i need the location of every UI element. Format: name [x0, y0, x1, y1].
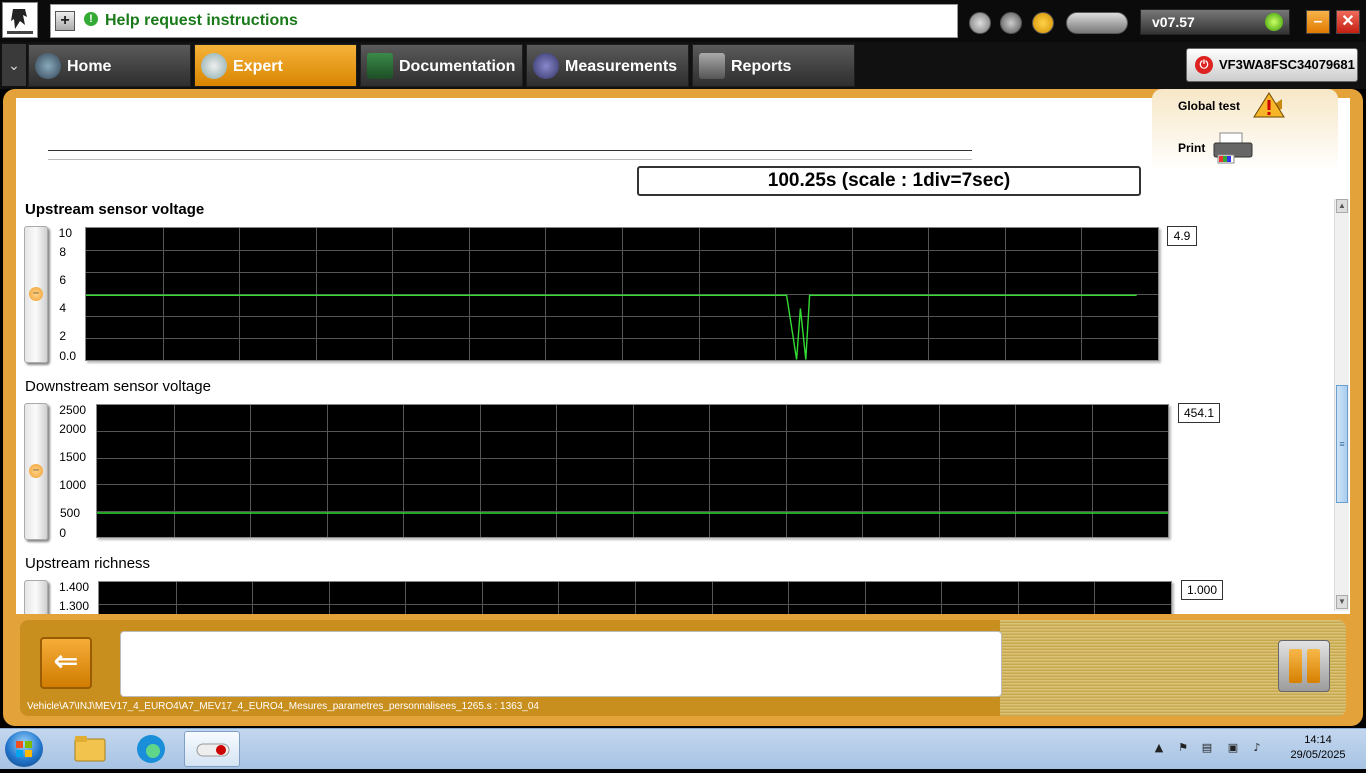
- main-navigation: ⌄ Home Expert Documentation Measurements…: [0, 42, 1366, 89]
- diagbox-app-icon: [196, 743, 230, 757]
- arrow-left-icon: ⇐: [53, 644, 79, 679]
- start-button[interactable]: [5, 731, 43, 767]
- y-tick-label: 6: [59, 273, 66, 287]
- graph-title: Downstream sensor voltage: [25, 378, 211, 395]
- printer-icon[interactable]: [1212, 131, 1254, 165]
- help-request-bar[interactable]: + ! Help request instructions: [50, 4, 958, 38]
- version-indicator: v07.57: [1140, 9, 1290, 35]
- network-icon[interactable]: ⚑: [1176, 741, 1190, 755]
- y-tick-label: 2: [59, 329, 66, 343]
- slider-knob[interactable]: –: [29, 464, 43, 478]
- print-button[interactable]: Print: [1178, 141, 1205, 155]
- help-request-text: Help request instructions: [105, 12, 298, 29]
- tab-home[interactable]: Home: [28, 44, 191, 87]
- current-value-box: 454.1: [1178, 403, 1220, 423]
- y-tick-label: 4: [59, 301, 66, 315]
- windows-taskbar: ▲ ⚑ ▤ ▣ ♪ 14:14 29/05/2025: [0, 728, 1366, 769]
- y-tick-label: 0.0: [59, 349, 76, 363]
- current-value-box: 1.000: [1181, 580, 1223, 600]
- pause-icon: [1307, 649, 1320, 683]
- info-icon: !: [84, 12, 98, 26]
- system-clock[interactable]: 14:14 29/05/2025: [1278, 733, 1358, 763]
- minimize-icon[interactable]: –: [1306, 10, 1330, 34]
- book-icon: [367, 53, 393, 79]
- close-icon[interactable]: ✕: [1336, 10, 1360, 34]
- warning-icon[interactable]: [1252, 91, 1286, 121]
- power-icon: ⏻: [1195, 56, 1213, 74]
- scroll-down-arrow-icon[interactable]: ▼: [1336, 595, 1348, 609]
- expand-plus-icon[interactable]: +: [55, 11, 75, 31]
- separator-line: [48, 159, 972, 160]
- home-icon: [35, 53, 61, 79]
- clock-date: 29/05/2025: [1290, 749, 1346, 761]
- status-ok-icon: [1265, 13, 1283, 31]
- scroll-up-arrow-icon[interactable]: ▲: [1336, 199, 1348, 213]
- report-icon: [699, 53, 725, 79]
- action-panel: Global test Print: [1152, 89, 1338, 171]
- folder-icon: [74, 736, 106, 762]
- scroll-thumb[interactable]: ≡: [1336, 385, 1348, 503]
- graph-title: Upstream richness: [25, 555, 151, 572]
- volume-control-icon[interactable]: [1066, 12, 1128, 34]
- separator-line: [48, 150, 972, 151]
- taskbar-edge-browser[interactable]: [123, 731, 179, 767]
- taskbar-diagbox-app[interactable]: [184, 731, 240, 767]
- upstream-richness-plot: [98, 581, 1172, 614]
- graph-title: Upstream sensor voltage: [25, 201, 205, 218]
- display-icon[interactable]: ▣: [1226, 741, 1240, 755]
- clock-time: 14:14: [1304, 734, 1332, 746]
- downstream-voltage-plot: [96, 404, 1169, 538]
- vertical-scrollbar[interactable]: ▲ ≡ ▼: [1334, 199, 1349, 611]
- chevron-down-icon[interactable]: ⌄: [2, 44, 26, 86]
- download-icon[interactable]: [969, 12, 991, 34]
- user-icon[interactable]: [1000, 12, 1022, 34]
- waveform-icon: [533, 53, 559, 79]
- email-at-icon[interactable]: [1032, 12, 1054, 34]
- y-tick-label: 2500: [59, 403, 86, 417]
- y-tick-label: 1500: [59, 450, 86, 464]
- speaker-icon[interactable]: ♪: [1250, 741, 1264, 755]
- time-scale-display: 100.25s (scale : 1div=7sec): [637, 166, 1141, 196]
- windows-logo-icon: [16, 741, 32, 757]
- pause-icon: [1289, 649, 1302, 683]
- pause-button[interactable]: [1278, 640, 1330, 692]
- tab-expert[interactable]: Expert: [194, 44, 357, 87]
- version-label: v07.57: [1152, 14, 1195, 30]
- y-tick-label: 1000: [59, 478, 86, 492]
- plot-background: [97, 405, 1168, 537]
- title-bar: + ! Help request instructions v07.57 – ✕: [0, 0, 1366, 42]
- y-tick-label: 10: [58, 226, 72, 240]
- vin-number: VF3WA8FSC34079681: [1219, 57, 1355, 72]
- taskbar-file-explorer[interactable]: [62, 731, 118, 767]
- message-box: [120, 631, 1002, 697]
- vin-display[interactable]: ⏻ VF3WA8FSC34079681: [1186, 48, 1358, 82]
- upstream-voltage-plot: [85, 227, 1159, 361]
- devices-icon[interactable]: ▤: [1200, 741, 1214, 755]
- measurement-content: 100.25s (scale : 1div=7sec) Upstream sen…: [16, 98, 1350, 614]
- y-tick-label: 2000: [59, 422, 86, 436]
- y-tick-label: 1.400: [58, 580, 89, 594]
- current-value-box: 4.9: [1167, 226, 1197, 246]
- show-hidden-icons-icon[interactable]: ▲: [1152, 741, 1166, 755]
- y-tick-label: 500: [59, 506, 80, 520]
- slider-knob[interactable]: –: [29, 287, 43, 301]
- tab-reports[interactable]: Reports: [692, 44, 855, 87]
- back-button[interactable]: ⇐: [40, 637, 92, 689]
- edge-browser-icon: [137, 735, 165, 763]
- y-tick-label: 8: [59, 245, 66, 259]
- y-tick-label: 0: [59, 526, 66, 540]
- tab-measurements[interactable]: Measurements: [526, 44, 689, 87]
- file-path-label: Vehicle\A7\INJ\MEV17_4_EURO4\A7_MEV17_4_…: [27, 701, 539, 712]
- peugeot-logo: [2, 2, 38, 38]
- graph-scale-slider[interactable]: [24, 580, 48, 614]
- tab-documentation[interactable]: Documentation: [360, 44, 523, 87]
- y-tick-label: 1.300: [58, 599, 89, 613]
- global-test-button[interactable]: Global test: [1178, 99, 1240, 113]
- magnifier-icon: [201, 53, 227, 79]
